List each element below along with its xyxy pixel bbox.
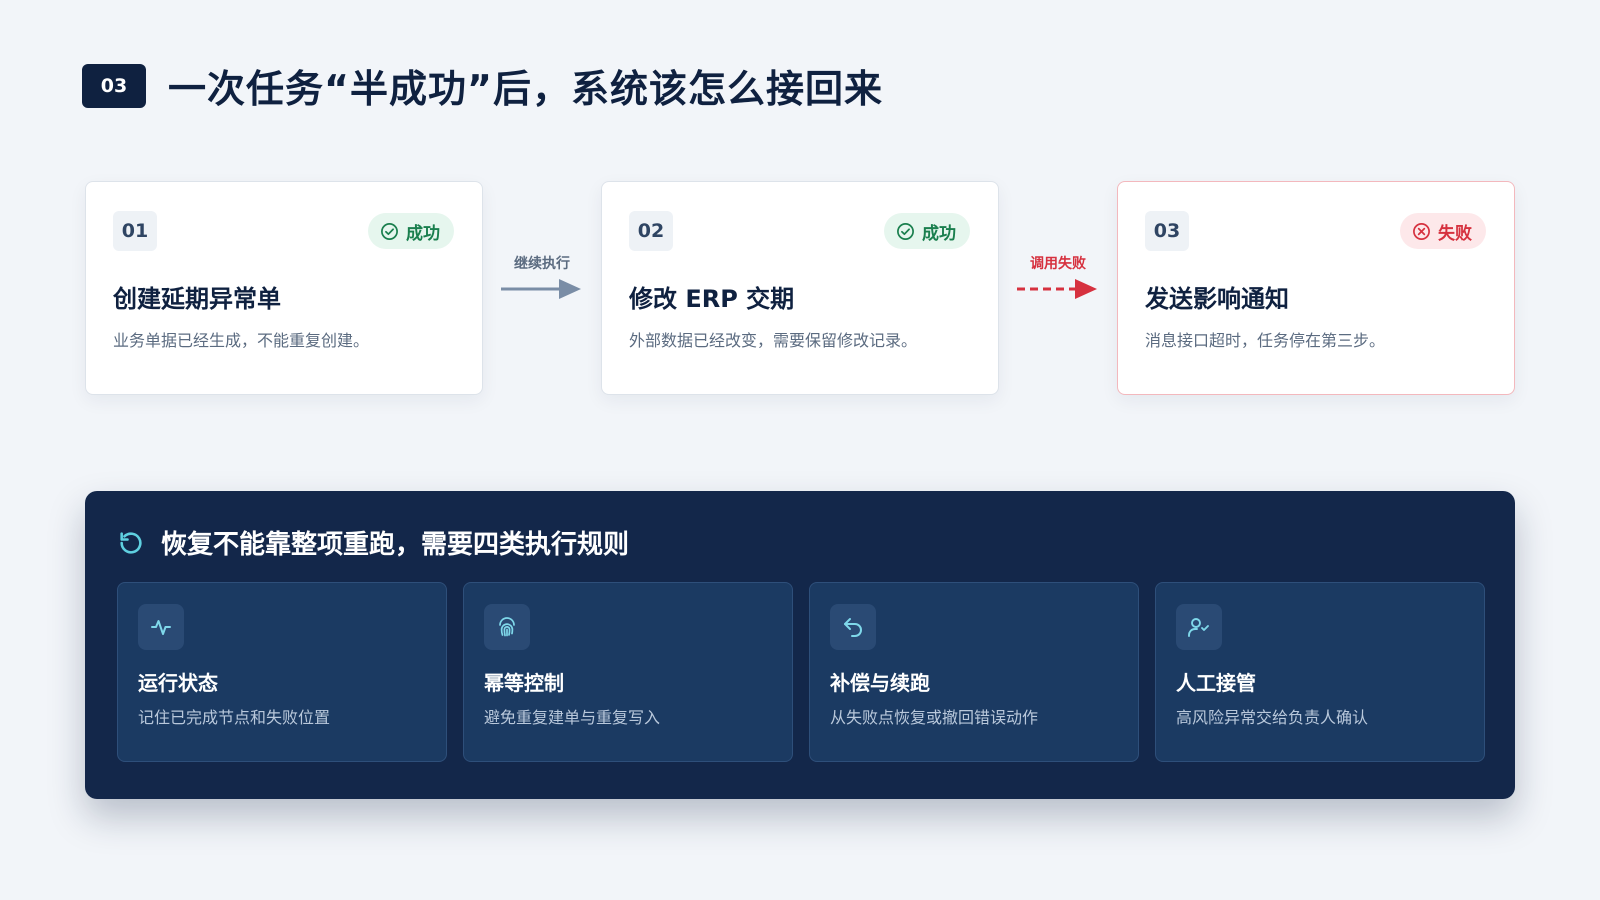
page-header: 03 一次任务“半成功”后，系统该怎么接回来 bbox=[82, 58, 883, 113]
rule-card-run-state: 运行状态 记住已完成节点和失败位置 bbox=[117, 582, 447, 762]
rule-description: 记住已完成节点和失败位置 bbox=[138, 708, 331, 727]
step-number: 01 bbox=[113, 211, 157, 251]
status-label: 成功 bbox=[922, 223, 956, 244]
rule-card-compensation: 补偿与续跑 从失败点恢复或撤回错误动作 bbox=[809, 582, 1139, 762]
connector-label: 调用失败 bbox=[1030, 256, 1086, 272]
step-description: 外部数据已经改变，需要保留修改记录。 bbox=[629, 331, 918, 350]
page-title: 一次任务“半成功”后，系统该怎么接回来 bbox=[168, 67, 883, 111]
step-title: 修改 ERP 交期 bbox=[629, 285, 795, 313]
connector-label: 继续执行 bbox=[514, 256, 570, 272]
rule-title: 幂等控制 bbox=[484, 671, 564, 695]
status-label: 失败 bbox=[1438, 223, 1472, 244]
step-title: 创建延期异常单 bbox=[113, 285, 281, 313]
step-number: 02 bbox=[629, 211, 673, 251]
rule-title: 人工接管 bbox=[1176, 671, 1256, 695]
connector-failed: 调用失败 bbox=[1013, 253, 1103, 303]
status-badge-success: 成功 bbox=[884, 213, 970, 249]
activity-icon bbox=[151, 620, 171, 635]
step-card-3: 03 失败 发送影响通知 消息接口超时，任务停在第三步。 bbox=[1117, 181, 1515, 395]
status-label: 成功 bbox=[406, 223, 440, 244]
recovery-rules-panel: 恢复不能靠整项重跑，需要四类执行规则 运行状态 记住已完成节点和失败位置 幂等控… bbox=[85, 491, 1515, 799]
step-card-2: 02 成功 修改 ERP 交期 外部数据已经改变，需要保留修改记录。 bbox=[601, 181, 999, 395]
step-description: 消息接口超时，任务停在第三步。 bbox=[1145, 331, 1386, 350]
x-circle-icon bbox=[1413, 222, 1430, 240]
check-circle-icon bbox=[897, 222, 914, 240]
panel-header: 恢复不能靠整项重跑，需要四类执行规则 bbox=[117, 524, 629, 561]
connector-continue: 继续执行 bbox=[497, 253, 587, 303]
step-card-1: 01 成功 创建延期异常单 业务单据已经生成，不能重复创建。 bbox=[85, 181, 483, 395]
step-number: 03 bbox=[1145, 211, 1189, 251]
rule-description: 从失败点恢复或撤回错误动作 bbox=[830, 708, 1039, 727]
fingerprint-icon bbox=[499, 617, 515, 637]
undo-icon bbox=[844, 618, 862, 637]
rule-title: 运行状态 bbox=[138, 671, 218, 695]
refresh-icon bbox=[120, 531, 142, 554]
rule-title: 补偿与续跑 bbox=[830, 671, 930, 695]
step-description: 业务单据已经生成，不能重复创建。 bbox=[113, 331, 370, 350]
rule-card-manual-takeover: 人工接管 高风险异常交给负责人确认 bbox=[1155, 582, 1485, 762]
step-title: 发送影响通知 bbox=[1145, 285, 1289, 313]
rule-description: 避免重复建单与重复写入 bbox=[484, 708, 661, 727]
arrow-right-icon bbox=[501, 279, 581, 299]
check-circle-icon bbox=[381, 222, 398, 240]
status-badge-failed: 失败 bbox=[1400, 213, 1486, 249]
panel-title: 恢复不能靠整项重跑，需要四类执行规则 bbox=[161, 530, 630, 560]
status-badge-success: 成功 bbox=[368, 213, 454, 249]
rule-card-idempotency: 幂等控制 避免重复建单与重复写入 bbox=[463, 582, 793, 762]
section-number-badge: 03 bbox=[82, 63, 146, 108]
dashed-arrow-right-icon bbox=[1017, 279, 1097, 299]
user-check-icon bbox=[1188, 618, 1209, 637]
rule-description: 高风险异常交给负责人确认 bbox=[1176, 708, 1369, 727]
